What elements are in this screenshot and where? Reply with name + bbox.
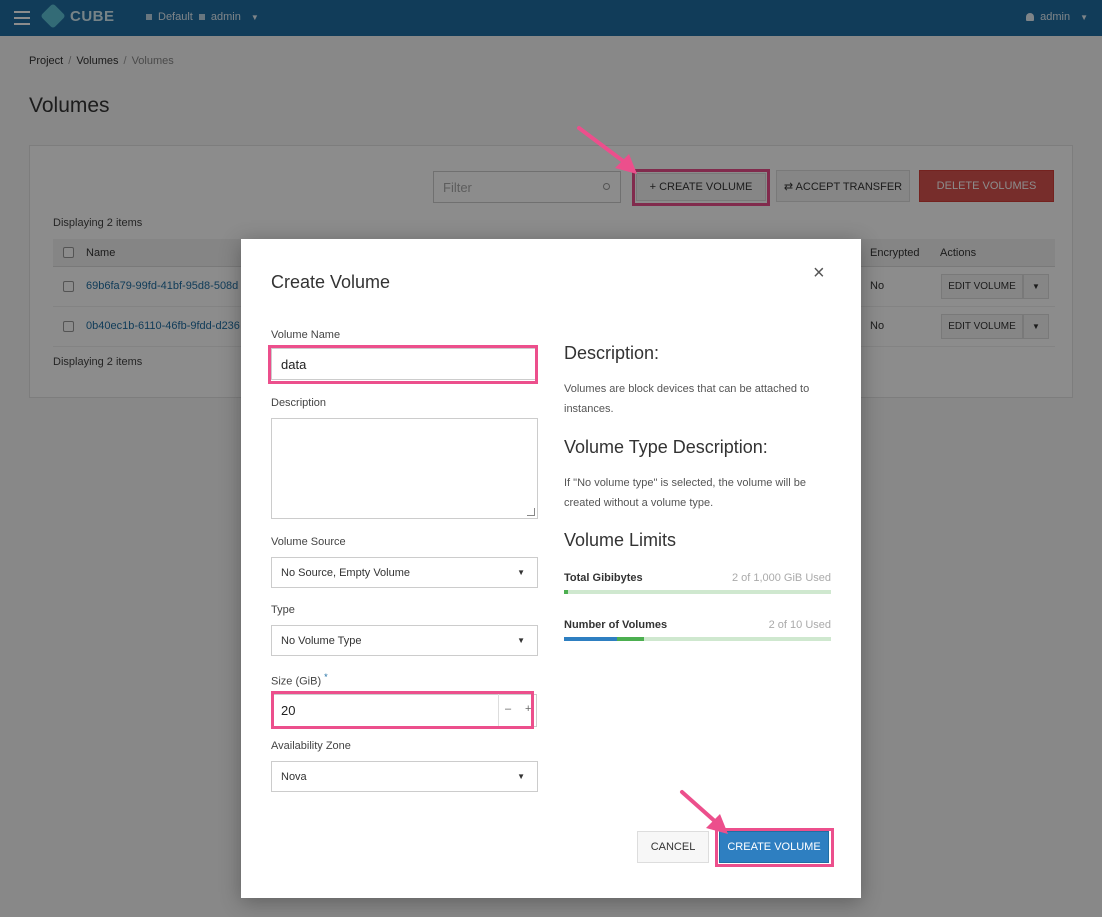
volume-source-label: Volume Source xyxy=(271,536,346,548)
type-label: Type xyxy=(271,604,295,616)
volume-type-value: No Volume Type xyxy=(281,635,362,647)
availability-zone-label: Availability Zone xyxy=(271,740,351,752)
create-volume-submit-button[interactable]: CREATE VOLUME xyxy=(719,831,829,863)
volumes-progress-fill xyxy=(564,637,644,641)
resize-handle-icon[interactable] xyxy=(527,508,535,516)
total-gibibytes-label: Total Gibibytes xyxy=(564,572,643,584)
volume-type-help-text: If "No volume type" is selected, the vol… xyxy=(564,477,806,509)
modal-title: Create Volume xyxy=(271,272,391,292)
chevron-down-icon: ▼ xyxy=(517,772,525,781)
size-label: Size (GiB) * xyxy=(271,672,328,688)
chevron-down-icon: ▼ xyxy=(517,636,525,645)
decrement-icon[interactable]: – xyxy=(505,703,511,715)
number-of-volumes-used: 2 of 10 Used xyxy=(768,619,831,631)
required-marker: * xyxy=(324,672,328,682)
chevron-down-icon: ▼ xyxy=(517,568,525,577)
increment-icon[interactable]: + xyxy=(525,703,531,715)
volume-source-value: No Source, Empty Volume xyxy=(281,567,411,579)
size-label-text: Size (GiB) xyxy=(271,675,322,688)
description-textarea[interactable] xyxy=(271,418,538,519)
number-of-volumes-label: Number of Volumes xyxy=(564,619,668,631)
volume-limits-heading: Volume Limits xyxy=(564,530,677,550)
gibibytes-progress-bar xyxy=(564,590,831,594)
volume-name-input[interactable]: data xyxy=(271,348,538,380)
description-label: Description xyxy=(271,397,327,409)
size-stepper: – + xyxy=(498,694,534,727)
volume-type-select[interactable]: No Volume Type ▼ xyxy=(271,625,538,656)
volumes-progress-bar xyxy=(564,637,831,641)
create-volume-modal: Create Volume × Volume Name data Descrip… xyxy=(241,239,861,898)
volume-name-label: Volume Name xyxy=(271,329,341,341)
total-gibibytes-used: 2 of 1,000 GiB Used xyxy=(731,572,831,584)
cancel-button[interactable]: CANCEL xyxy=(637,831,709,863)
volume-type-heading: Volume Type Description: xyxy=(564,437,768,457)
availability-zone-value: Nova xyxy=(281,771,307,783)
availability-zone-select[interactable]: Nova ▼ xyxy=(271,761,538,792)
description-heading: Description: xyxy=(564,343,660,363)
gibibytes-progress-fill xyxy=(564,590,568,594)
close-icon[interactable]: × xyxy=(813,262,825,285)
description-help-text: Volumes are block devices that can be at… xyxy=(564,383,810,415)
volume-source-select[interactable]: No Source, Empty Volume ▼ xyxy=(271,557,538,588)
